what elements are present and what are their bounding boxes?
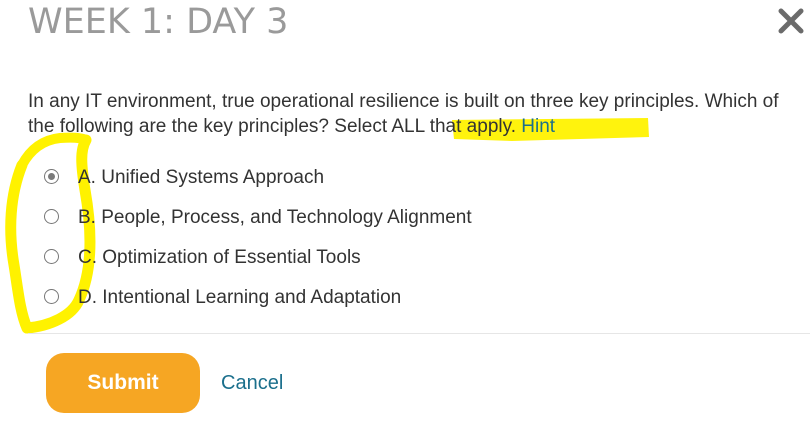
- page-title: WEEK 1: DAY 3: [28, 2, 289, 42]
- radio-option-c[interactable]: [44, 249, 59, 264]
- option-c-label: C. Optimization of Essential Tools: [78, 247, 361, 268]
- radio-option-d[interactable]: [44, 289, 59, 304]
- select-all-instruction: Select ALL that apply: [334, 116, 511, 137]
- close-icon[interactable]: [776, 6, 806, 36]
- option-d[interactable]: D. Intentional Learning and Adaptation: [40, 284, 640, 314]
- radio-option-a[interactable]: [44, 169, 59, 184]
- divider: [28, 333, 810, 334]
- question-punct: .: [510, 116, 522, 137]
- option-c[interactable]: C. Optimization of Essential Tools: [40, 244, 640, 274]
- hint-link[interactable]: Hint: [521, 116, 555, 137]
- option-d-label: D. Intentional Learning and Adaptation: [78, 287, 402, 308]
- cancel-button[interactable]: Cancel: [221, 372, 283, 395]
- submit-button[interactable]: Submit: [46, 353, 200, 413]
- option-a[interactable]: A. Unified Systems Approach: [40, 164, 640, 194]
- question-text: In any IT environment, true operational …: [28, 89, 788, 139]
- option-a-label: A. Unified Systems Approach: [78, 167, 325, 188]
- option-b-label: B. People, Process, and Technology Align…: [78, 207, 472, 228]
- radio-option-b[interactable]: [44, 209, 59, 224]
- option-b[interactable]: B. People, Process, and Technology Align…: [40, 204, 640, 234]
